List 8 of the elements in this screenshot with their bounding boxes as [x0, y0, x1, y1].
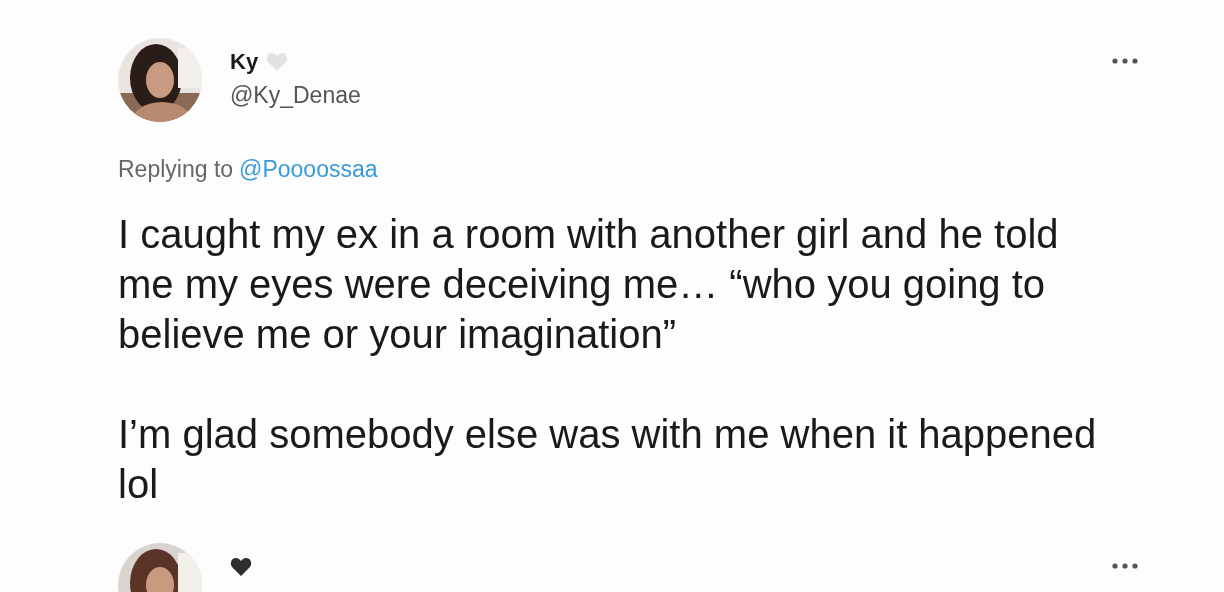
more-icon[interactable]: [1112, 58, 1138, 64]
user-name: Ky: [230, 49, 259, 75]
tweet-text: I caught my ex in a room with another girl and he told me my eyes were deceiving me… “who you going to believe me or your imagination”: [118, 211, 1060, 358]
tweet-text: I’m glad somebody else was with me when it happened lol: [118, 411, 1098, 508]
mention-link[interactable]: @Poooossaa: [239, 156, 378, 183]
more-icon[interactable]: [1112, 563, 1138, 569]
user-handle: @Ky_Denae: [230, 82, 362, 109]
replying-label: Replying to: [118, 156, 234, 183]
